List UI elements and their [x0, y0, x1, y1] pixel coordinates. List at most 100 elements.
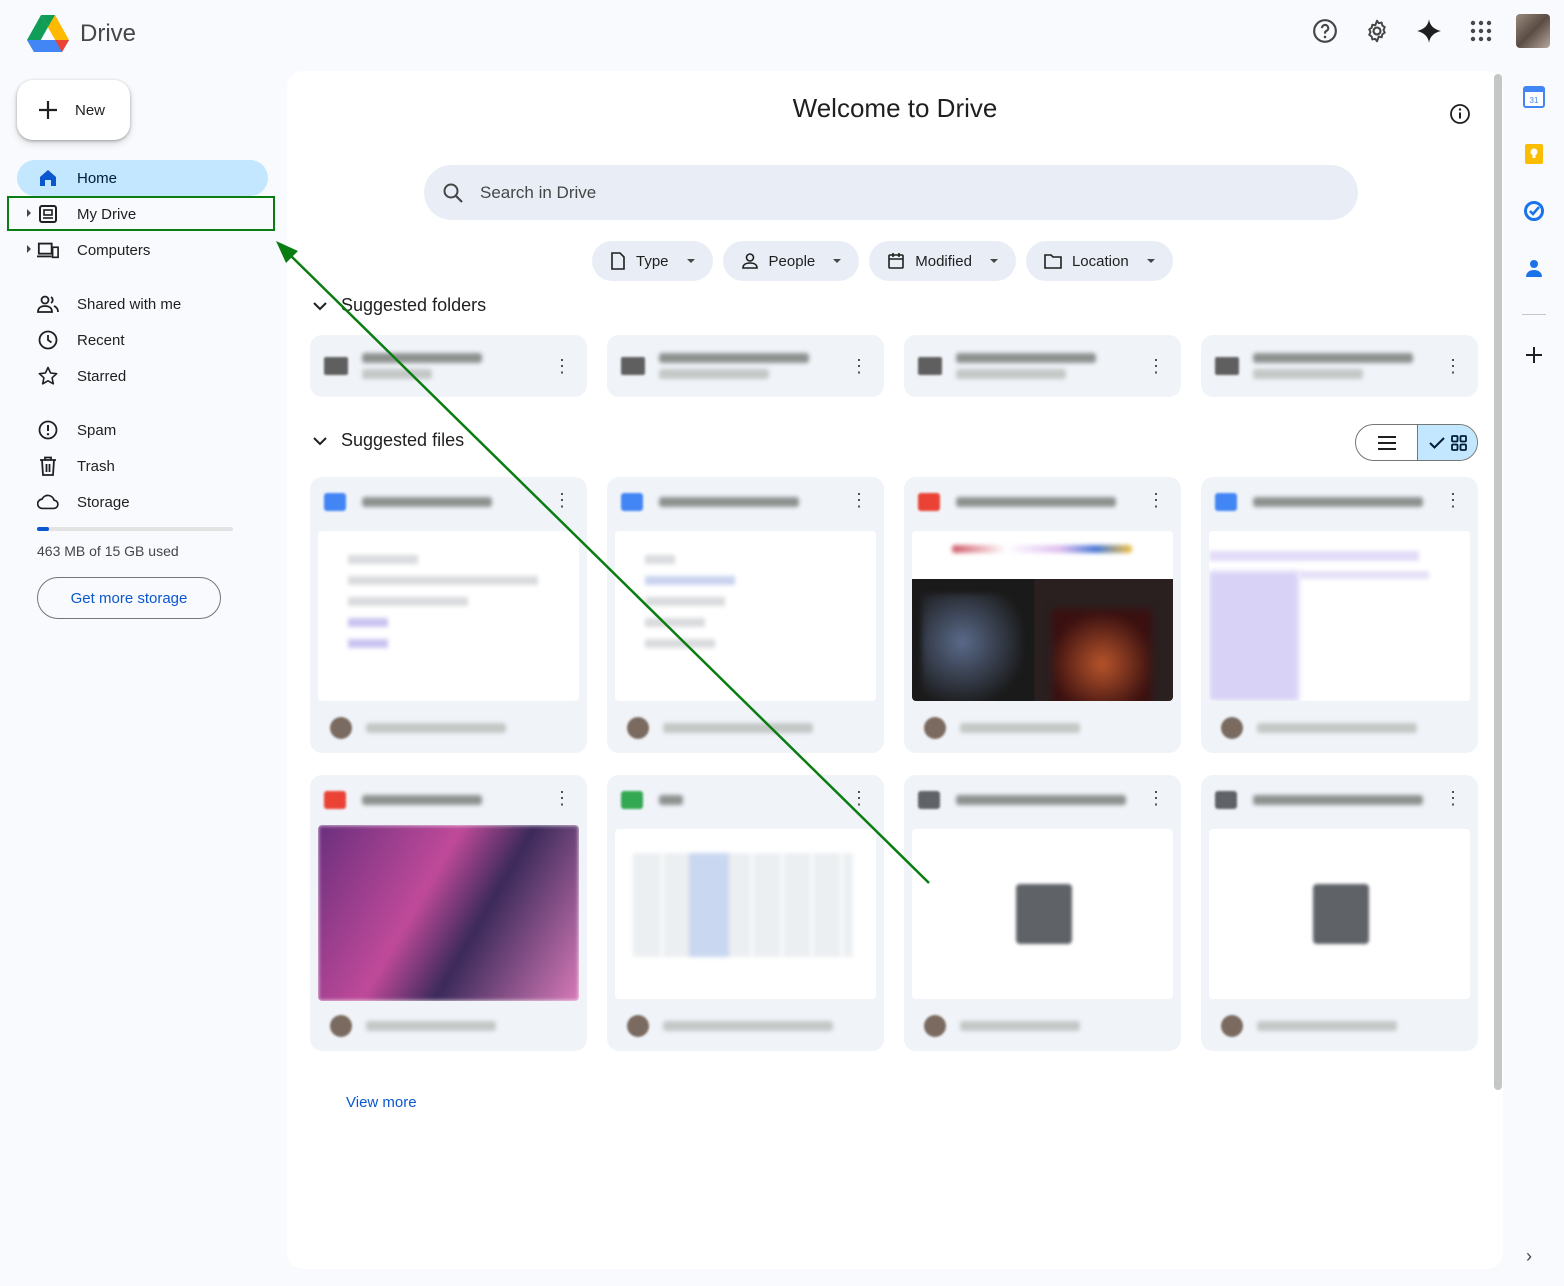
archive-icon: [1313, 884, 1369, 944]
new-button[interactable]: New: [17, 80, 130, 140]
drive-logo[interactable]: Drive: [26, 14, 136, 54]
side-panel-rail: 31: [1512, 86, 1556, 370]
zip-file-icon: [1215, 791, 1237, 809]
grid-view-button[interactable]: [1417, 425, 1477, 460]
filter-type-chip[interactable]: Type: [592, 241, 713, 281]
clock-icon: [37, 329, 59, 351]
more-options-icon[interactable]: ⋮: [1444, 357, 1462, 375]
section-title: Suggested folders: [341, 295, 487, 315]
apps-grid-icon[interactable]: [1464, 14, 1498, 48]
sidebar-item-recent[interactable]: Recent: [17, 322, 268, 358]
filter-chip-label: Location: [1071, 252, 1129, 270]
file-card[interactable]: ⋮: [904, 477, 1181, 753]
gemini-sparkle-icon[interactable]: [1412, 14, 1446, 48]
sidebar-item-computers[interactable]: Computers: [17, 232, 268, 268]
folder-icon: [1215, 357, 1239, 375]
keep-app-icon[interactable]: [1523, 143, 1545, 170]
more-options-icon[interactable]: ⋮: [850, 491, 868, 509]
folder-icon: [918, 357, 942, 375]
folder-card[interactable]: ⋮: [310, 335, 587, 397]
calendar-app-icon[interactable]: 31: [1523, 86, 1545, 113]
folder-card[interactable]: ⋮: [904, 335, 1181, 397]
check-icon: [1428, 436, 1445, 449]
more-options-icon[interactable]: ⋮: [1444, 789, 1462, 807]
search-bar[interactable]: [424, 165, 1358, 220]
file-thumbnail: [615, 531, 876, 701]
sidebar-item-storage[interactable]: Storage: [17, 484, 268, 520]
file-thumbnail: [318, 825, 579, 1001]
file-card[interactable]: ⋮: [607, 775, 884, 1051]
settings-icon[interactable]: [1360, 14, 1394, 48]
owner-avatar: [330, 717, 352, 739]
more-options-icon[interactable]: ⋮: [1147, 491, 1165, 509]
more-options-icon[interactable]: ⋮: [553, 491, 571, 509]
file-card[interactable]: ⋮: [1201, 775, 1478, 1051]
folder-icon: [621, 357, 645, 375]
account-avatar[interactable]: [1516, 14, 1550, 48]
svg-text:31: 31: [1530, 96, 1539, 105]
filter-location-chip[interactable]: Location: [1025, 241, 1173, 281]
file-thumbnail: [1209, 829, 1470, 999]
file-card[interactable]: ⋮: [1201, 477, 1478, 753]
add-app-icon[interactable]: [1524, 345, 1544, 370]
main-scrollbar[interactable]: [1494, 74, 1502, 1090]
image-file-icon: [918, 493, 940, 511]
spam-icon: [37, 419, 59, 441]
more-options-icon[interactable]: ⋮: [850, 357, 868, 375]
dropdown-arrow-icon: [1146, 259, 1155, 263]
sidebar-item-label: Trash: [77, 457, 115, 475]
list-view-button[interactable]: [1356, 425, 1417, 460]
filter-modified-chip[interactable]: Modified: [869, 241, 1016, 281]
help-icon[interactable]: [1308, 14, 1342, 48]
suggested-files-header[interactable]: Suggested files: [313, 430, 464, 451]
folder-card[interactable]: ⋮: [1201, 335, 1478, 397]
owner-avatar: [627, 717, 649, 739]
suggested-folders-header[interactable]: Suggested folders: [313, 295, 486, 316]
file-card[interactable]: ⋮: [310, 775, 587, 1051]
image-file-icon: [324, 791, 346, 809]
dropdown-arrow-icon: [686, 259, 695, 263]
folder-card[interactable]: ⋮: [607, 335, 884, 397]
chevron-right-icon[interactable]: ›: [1526, 1246, 1532, 1267]
app-name: Drive: [80, 20, 137, 47]
rail-divider: [1522, 314, 1546, 315]
filter-people-chip[interactable]: People: [722, 241, 860, 281]
dropdown-arrow-icon: [833, 259, 842, 263]
get-more-storage-button[interactable]: Get more storage: [37, 577, 221, 619]
storage-progress-bar: [37, 527, 233, 531]
file-card[interactable]: ⋮: [904, 775, 1181, 1051]
more-options-icon[interactable]: ⋮: [553, 357, 571, 375]
view-more-link[interactable]: View more: [346, 1094, 417, 1111]
sidebar-item-spam[interactable]: Spam: [17, 412, 268, 448]
tasks-app-icon[interactable]: [1523, 200, 1545, 227]
chevron-down-icon: [313, 436, 327, 445]
sidebar-item-starred[interactable]: Starred: [17, 358, 268, 394]
info-icon[interactable]: [1449, 103, 1471, 130]
list-view-icon: [1377, 435, 1396, 450]
sidebar-item-home[interactable]: Home: [17, 160, 268, 196]
sidebar-item-trash[interactable]: Trash: [17, 448, 268, 484]
storage-usage-text: 463 MB of 15 GB used: [37, 543, 179, 559]
search-input[interactable]: [480, 182, 1280, 203]
people-icon: [37, 293, 59, 315]
computers-icon: [37, 239, 59, 261]
more-options-icon[interactable]: ⋮: [850, 789, 868, 807]
grid-view-icon: [1450, 434, 1467, 451]
sidebar-item-label: Home: [77, 169, 118, 187]
expand-caret-icon[interactable]: [27, 245, 31, 253]
sheet-file-icon: [621, 791, 643, 809]
filter-chip-label: People: [768, 252, 816, 270]
more-options-icon[interactable]: ⋮: [1444, 491, 1462, 509]
contacts-app-icon[interactable]: [1523, 257, 1545, 284]
drive-logo-icon: [27, 15, 69, 52]
file-card[interactable]: ⋮: [607, 477, 884, 753]
file-card[interactable]: ⋮: [310, 477, 587, 753]
star-icon: [37, 365, 59, 387]
file-thumbnail: [912, 829, 1173, 999]
more-options-icon[interactable]: ⋮: [1147, 789, 1165, 807]
sidebar-item-shared[interactable]: Shared with me: [17, 286, 268, 322]
more-options-icon[interactable]: ⋮: [553, 789, 571, 807]
more-options-icon[interactable]: ⋮: [1147, 357, 1165, 375]
file-thumbnail: [615, 829, 876, 999]
owner-avatar: [1221, 1015, 1243, 1037]
